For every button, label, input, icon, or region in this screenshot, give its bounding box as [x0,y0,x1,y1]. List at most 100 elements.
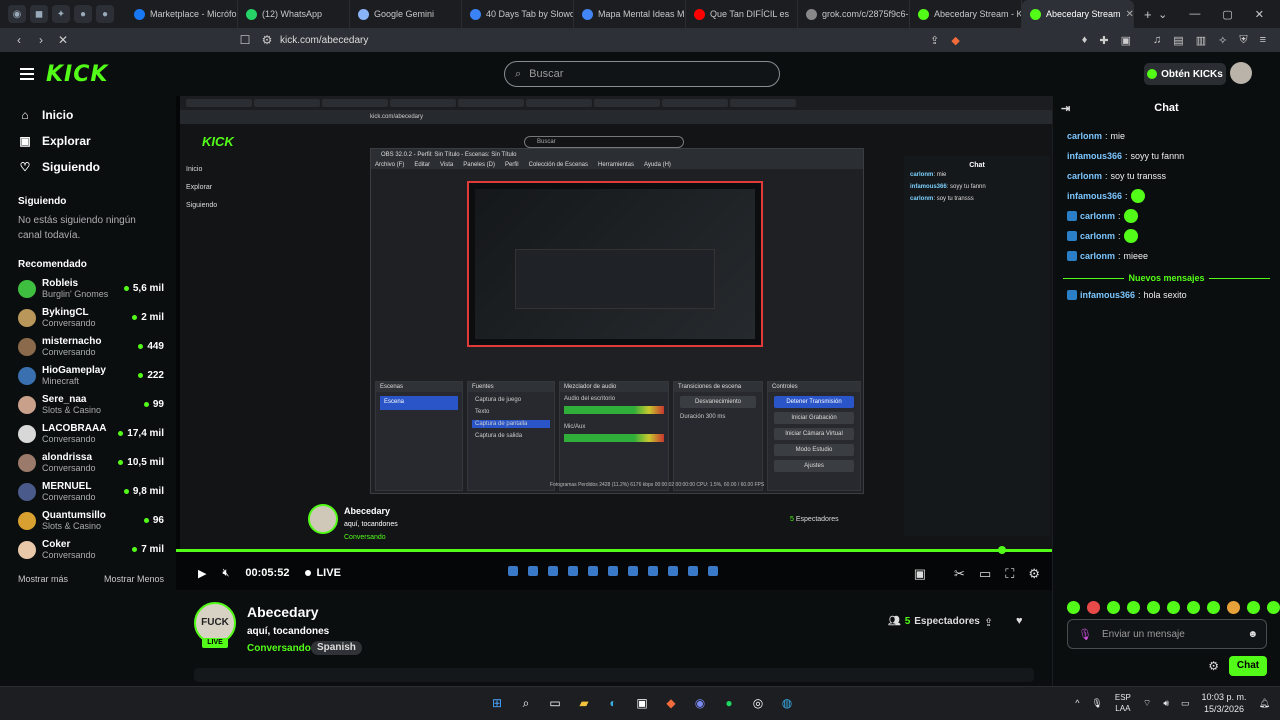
file-explorer-icon[interactable]: ▰ [575,694,593,712]
maximize-icon[interactable]: ▢ [1222,8,1232,21]
sidebar-item-inicio[interactable]: ⌂ Inicio [0,102,176,128]
search-icon[interactable]: ⌕ [517,694,535,712]
sidebar-item-explorar[interactable]: ▣ Explorar [0,128,176,154]
progress-knob[interactable] [998,546,1006,554]
screenshot-icon[interactable]: ▣ [1121,34,1131,47]
chat-username[interactable]: infamous366 [1080,290,1135,300]
tab-search-icon[interactable]: ⌄ [1158,8,1167,21]
forward-icon[interactable]: › [30,33,52,47]
edge-icon[interactable]: ◐ [604,694,622,712]
recommended-channel[interactable]: MERNUEL Conversando 9,8 mil [0,477,176,506]
emote[interactable] [1247,601,1260,614]
pinned-tab-icon[interactable]: ● [96,5,114,23]
new-tab-button[interactable]: + [1134,7,1152,22]
chat-input[interactable]: 🎙︎ Enviar un mensaje ☻ [1067,619,1267,649]
video-player[interactable]: kick.com/abecedary KICK Buscar Inicio Ex… [176,96,1052,590]
emote[interactable] [1187,601,1200,614]
browser-tab[interactable]: (12) WhatsApp [238,0,350,28]
user-avatar[interactable] [1230,62,1252,84]
chat-username[interactable]: carlonm [1080,231,1115,241]
emote[interactable] [1087,601,1100,614]
recommended-channel[interactable]: Sere_naa Slots & Casino 99 [0,390,176,419]
chat-username[interactable]: carlonm [1067,171,1102,181]
emote[interactable] [1167,601,1180,614]
chat-settings-icon[interactable]: ⚙ [1208,659,1219,673]
fullscreen-icon[interactable]: ⛶ [1005,566,1014,582]
stop-icon[interactable]: ✕ [52,33,74,47]
brave-icon[interactable]: ◆ [662,694,680,712]
back-icon[interactable]: ‹ [8,33,30,47]
chat-username[interactable]: infamous366 [1067,191,1122,201]
browser-tab[interactable]: Mapa Mental Ideas Mi [574,0,686,28]
obs-icon[interactable]: ◎ [749,694,767,712]
minimize-icon[interactable]: — [1189,8,1200,21]
emote[interactable] [1107,601,1120,614]
browser-tab[interactable]: grok.com/c/2875f9c6- [798,0,910,28]
emote[interactable] [1207,601,1220,614]
close-window-icon[interactable]: ✕ [1255,8,1264,21]
collapse-chat-icon[interactable]: ⇥ [1061,102,1070,115]
bookmark-icon[interactable]: ☐ [234,33,256,47]
language-tag[interactable]: Spanish [311,641,362,655]
task-view-icon[interactable]: ▭ [546,694,564,712]
language-indicator[interactable]: ESP LAA [1115,692,1131,714]
menu-icon[interactable]: ≡ [1260,34,1266,47]
get-kicks-button[interactable]: Obtén KICKs [1144,63,1226,85]
browser-tab[interactable]: Google Gemini [350,0,462,28]
microphone-icon[interactable]: 🎙︎ [1078,628,1092,641]
browser-tab[interactable]: Marketplace - Micrófo [126,0,238,28]
windows-start-icon[interactable]: ⊞ [488,694,506,712]
share-icon[interactable]: ⇪ [930,34,939,47]
emoji-icon[interactable]: ☻ [1247,629,1258,640]
emote[interactable] [1147,601,1160,614]
app-icon[interactable]: ◍ [778,694,796,712]
browser-tab[interactable]: 40 Days Tab by Slowdi [462,0,574,28]
store-icon[interactable]: ▣ [633,694,651,712]
media-icon[interactable]: ♫ [1153,34,1161,47]
browser-tab[interactable]: Abecedary Stream ✕ [1022,0,1134,28]
wifi-icon[interactable]: ⌔ [1143,698,1151,709]
follow-icon[interactable]: ♥ [1016,615,1023,627]
channel-name[interactable]: Abecedary [247,604,319,620]
recommended-channel[interactable]: Quantumsillo Slots & Casino 96 [0,506,176,535]
tray-expand-icon[interactable]: ^ [1075,698,1079,708]
clip-icon[interactable]: ✂ [954,566,965,582]
live-indicator[interactable]: LIVE [305,567,340,579]
puzzle-icon[interactable]: ✚ [1099,34,1108,47]
volume-icon[interactable]: 🔊︎ [1163,698,1169,709]
brave-shield-icon[interactable]: ◆ [951,34,959,47]
spotify-icon[interactable]: ● [720,694,738,712]
emote[interactable] [1267,601,1280,614]
url-field[interactable]: kick.com/abecedary [280,35,368,46]
show-more-link[interactable]: Mostrar más [18,574,68,584]
clock[interactable]: 10:03 p. m. 15/3/2026 [1202,691,1247,715]
search-input[interactable]: ⌕ Buscar [504,61,780,87]
ai-icon[interactable]: ✧ [1218,34,1227,47]
gemini-icon[interactable]: ✦ [52,5,70,23]
recommended-channel[interactable]: alondrissa Conversando 10,5 mil [0,448,176,477]
sidebar-item-siguiendo[interactable]: ♡ Siguiendo [0,154,176,180]
recommended-channel[interactable]: Robleis Burglin' Gnomes 5,6 mil [0,274,176,303]
new-messages-divider[interactable]: Nuevos mensajes [1063,273,1270,283]
settings-icon[interactable]: ⚙ [1028,566,1040,582]
show-less-link[interactable]: Mostrar Menos [104,574,164,584]
emote[interactable] [1067,601,1080,614]
browser-tab[interactable]: Abecedary Stream - K [910,0,1022,28]
discord-icon[interactable]: ◉ [8,5,26,23]
site-settings-icon[interactable]: ⚙ [256,33,278,47]
pinned-tab-icon[interactable]: ● [74,5,92,23]
playback-progress[interactable] [176,546,1052,554]
recommended-channel[interactable]: Coker Conversando 7 mil [0,535,176,564]
vpn-icon[interactable]: ⛨ [1239,34,1247,47]
miniplayer-icon[interactable]: ▣ [914,566,926,582]
chat-username[interactable]: infamous366 [1067,151,1122,161]
recommended-channel[interactable]: misternacho Conversando 449 [0,332,176,361]
recommended-channel[interactable]: LACOBRAAA Conversando 17,4 mil [0,419,176,448]
chat-username[interactable]: carlonm [1080,251,1115,261]
theater-icon[interactable]: ▭ [979,566,991,582]
send-chat-button[interactable]: Chat [1229,656,1267,676]
chat-username[interactable]: carlonm [1080,211,1115,221]
close-tab-icon[interactable]: ✕ [1126,9,1133,20]
pinned-tab-icon[interactable]: ◼ [30,5,48,23]
play-icon[interactable]: ▶ [198,567,206,580]
